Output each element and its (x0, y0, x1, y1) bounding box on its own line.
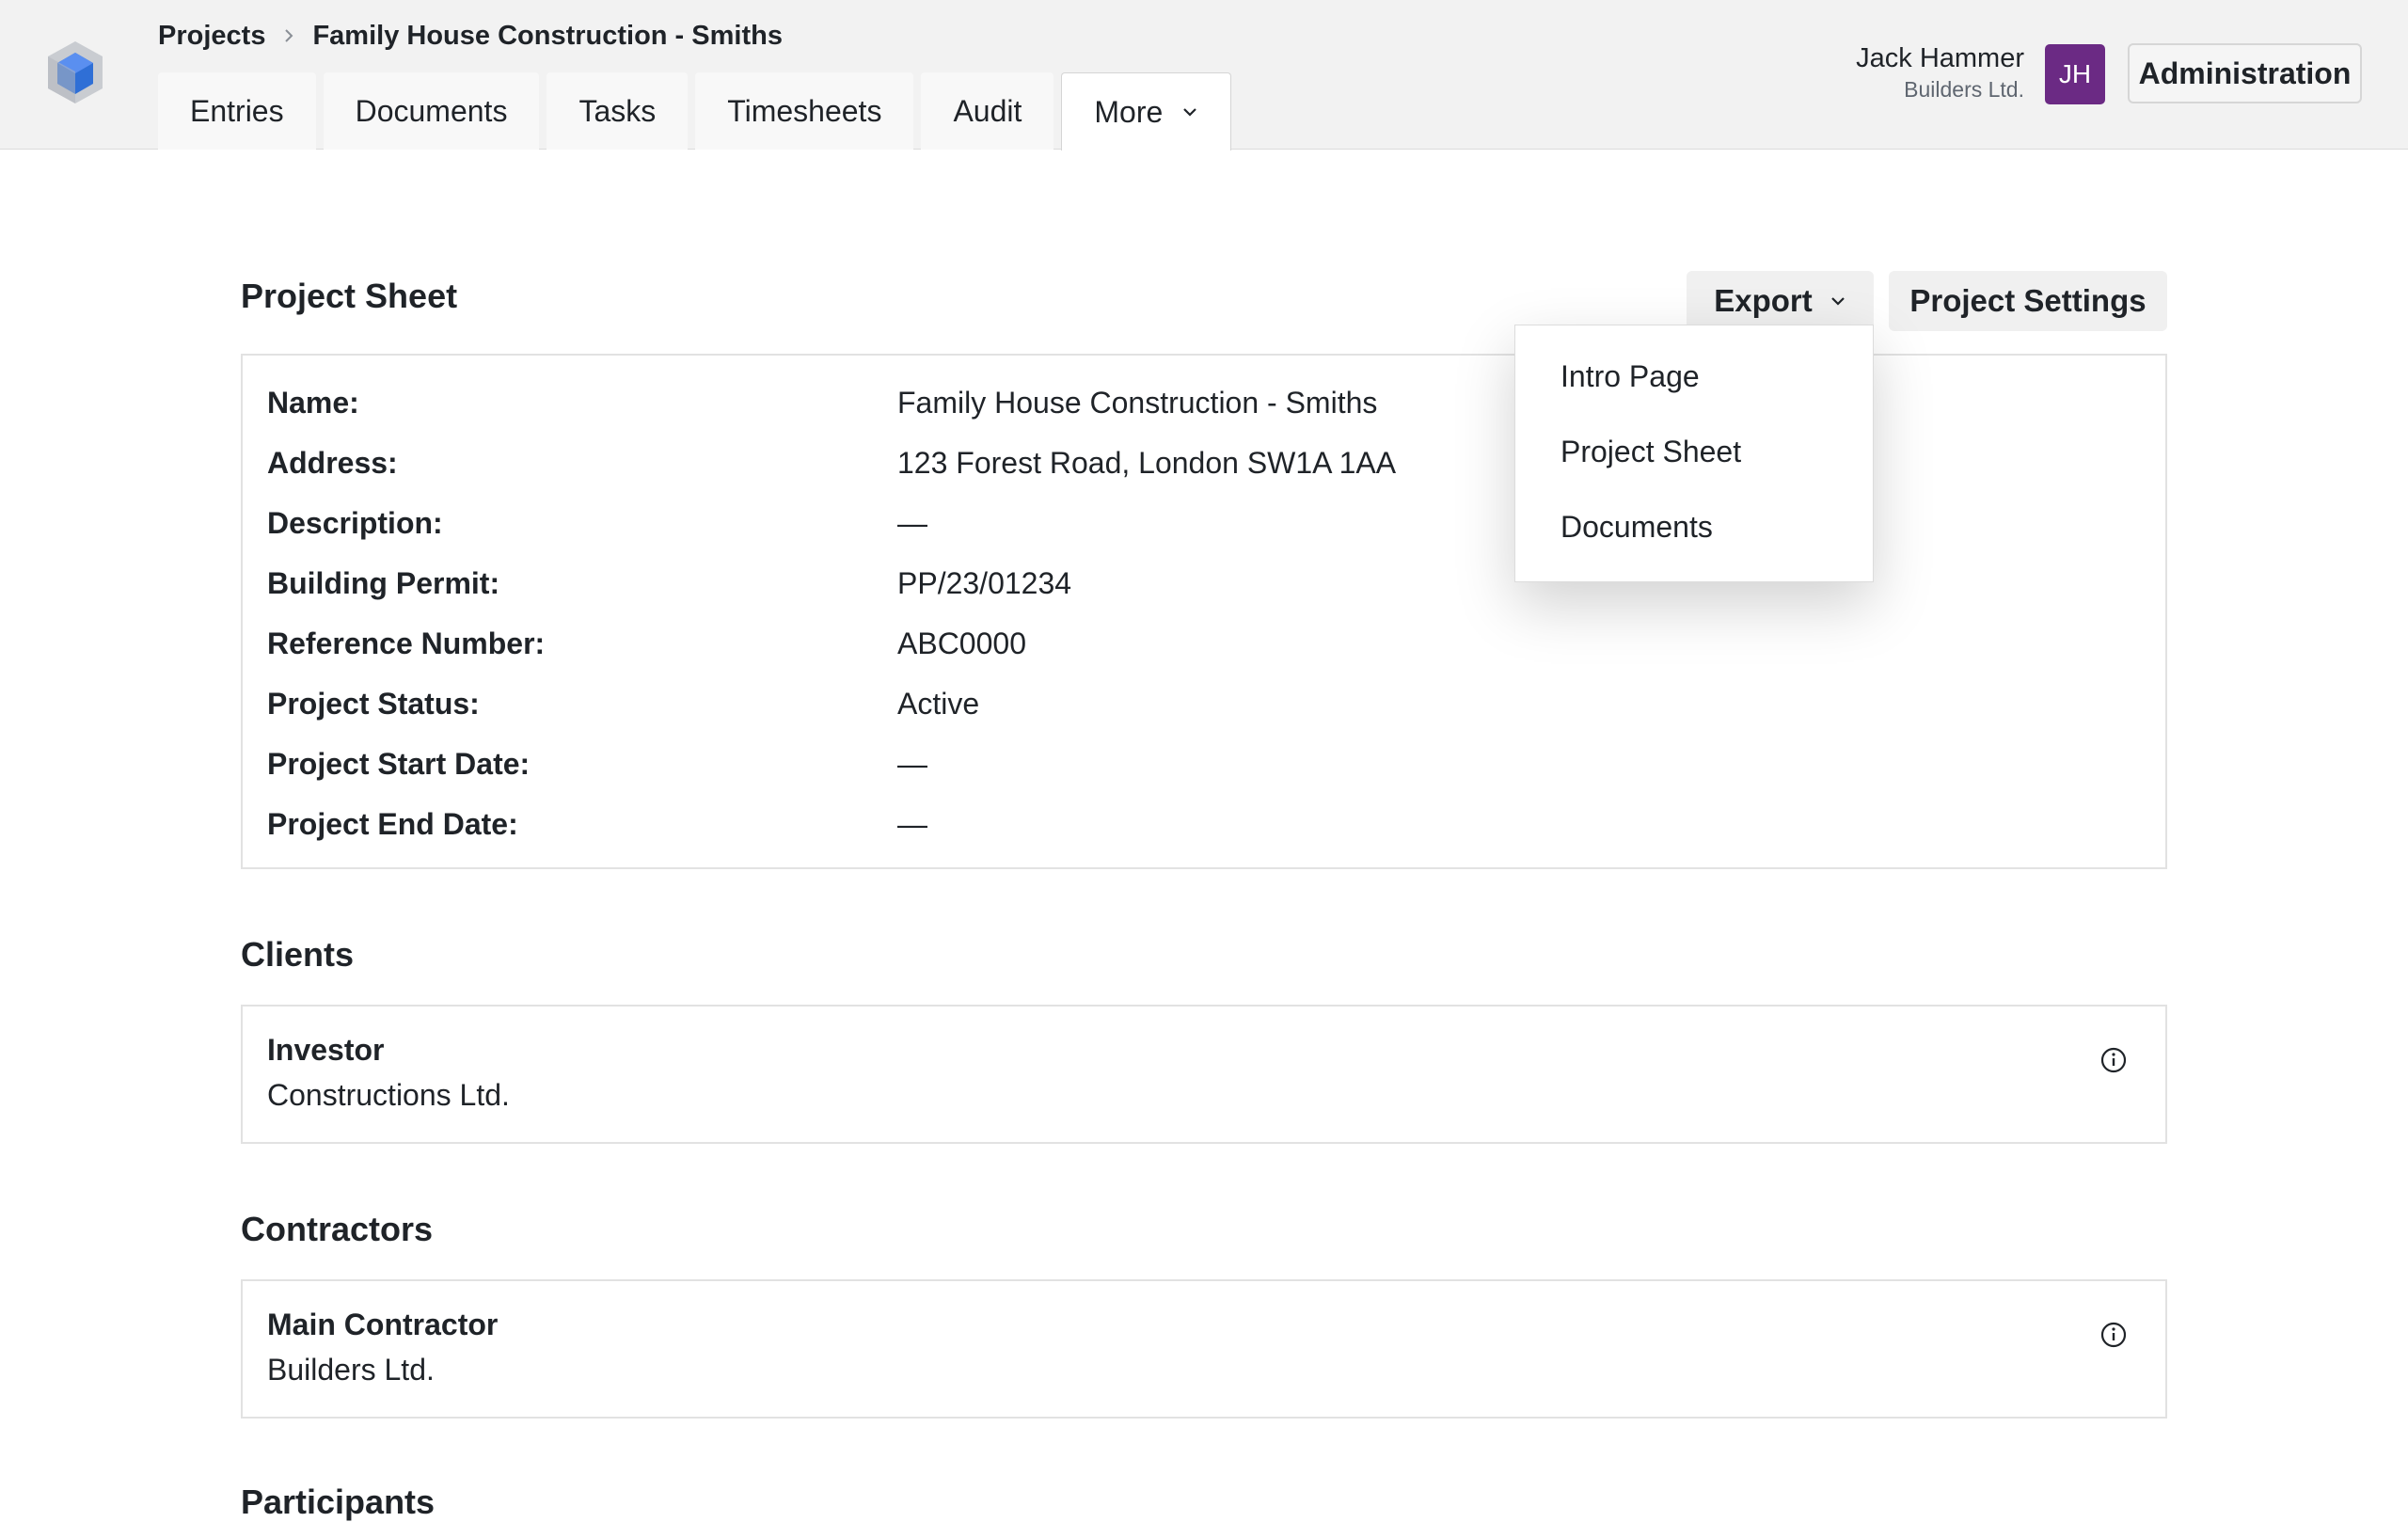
administration-button[interactable]: Administration (2128, 43, 2362, 103)
export-button[interactable]: Export (1687, 271, 1874, 331)
detail-label: Project End Date: (267, 806, 518, 841)
breadcrumb-current: Family House Construction - Smiths (312, 20, 783, 51)
clients-title: Clients (241, 935, 355, 974)
contractor-role: Main Contractor (267, 1308, 499, 1341)
project-sheet-title: Project Sheet (241, 277, 458, 315)
detail-label: Reference Number: (267, 626, 546, 660)
tab-label: Entries (190, 93, 284, 128)
export-label: Export (1714, 283, 1813, 318)
detail-label: Name: (267, 385, 359, 420)
tab-tasks[interactable]: Tasks (547, 72, 689, 150)
tab-label: Timesheets (727, 93, 882, 128)
top-header: Projects Family House Construction - Smi… (0, 0, 2408, 151)
export-menu-item-intro-page[interactable]: Intro Page (1515, 339, 1873, 414)
tab-audit[interactable]: Audit (921, 72, 1054, 150)
detail-row-address: Address: 123 Forest Road, London SW1A 1A… (267, 444, 1396, 482)
avatar[interactable]: JH (2045, 44, 2105, 104)
detail-value: 123 Forest Road, London SW1A 1AA (897, 445, 1397, 480)
export-menu-item-documents[interactable]: Documents (1515, 489, 1873, 564)
user-info[interactable]: Jack Hammer Builders Ltd. (1856, 41, 2024, 103)
detail-label: Description: (267, 505, 443, 540)
tab-label: Documents (355, 93, 508, 128)
project-tabs: Entries Documents Tasks Timesheets Audit… (158, 72, 1239, 151)
detail-value: — (897, 505, 927, 540)
info-icon[interactable] (2099, 1321, 2128, 1349)
detail-value: PP/23/01234 (897, 565, 1072, 600)
detail-row-building-permit: Building Permit: PP/23/01234 (267, 564, 1071, 602)
detail-value: Family House Construction - Smiths (897, 385, 1378, 420)
tab-label: Tasks (578, 93, 657, 128)
detail-row-end-date: Project End Date: — (267, 805, 927, 843)
contractor-organization: Builders Ltd. (267, 1353, 435, 1387)
detail-label: Address: (267, 445, 398, 480)
detail-row-project-status: Project Status: Active (267, 685, 979, 722)
detail-label: Project Status: (267, 686, 480, 721)
detail-label: Project Start Date: (267, 746, 531, 781)
detail-row-name: Name: Family House Construction - Smiths (267, 384, 1377, 421)
tab-documents[interactable]: Documents (323, 72, 540, 150)
user-name: Jack Hammer (1856, 43, 2024, 73)
detail-value: — (897, 746, 927, 781)
client-card: Investor Constructions Ltd. (241, 1005, 2167, 1144)
export-dropdown-menu: Intro Page Project Sheet Documents (1514, 325, 1874, 582)
export-menu-item-project-sheet[interactable]: Project Sheet (1515, 414, 1873, 489)
chevron-down-icon (1830, 295, 1846, 307)
chevron-right-icon (282, 27, 295, 44)
detail-value: Active (897, 686, 980, 721)
app-logo-icon[interactable] (44, 40, 106, 107)
breadcrumb-projects-link[interactable]: Projects (158, 21, 265, 52)
chevron-down-icon (1181, 106, 1198, 118)
client-organization: Constructions Ltd. (267, 1078, 510, 1112)
tab-timesheets[interactable]: Timesheets (695, 72, 914, 150)
user-company: Builders Ltd. (1904, 77, 2024, 102)
info-icon[interactable] (2099, 1046, 2128, 1074)
contractors-title: Contractors (241, 1210, 434, 1248)
tab-label: More (1094, 94, 1164, 129)
client-role: Investor (267, 1033, 385, 1067)
detail-value: ABC0000 (897, 626, 1026, 660)
detail-row-start-date: Project Start Date: — (267, 745, 927, 783)
detail-row-description: Description: — (267, 504, 927, 542)
contractor-card: Main Contractor Builders Ltd. (241, 1279, 2167, 1419)
tab-label: Audit (953, 93, 1022, 128)
detail-label: Building Permit: (267, 565, 500, 600)
tab-entries[interactable]: Entries (158, 72, 316, 150)
detail-row-reference-number: Reference Number: ABC0000 (267, 625, 1026, 662)
project-sheet-panel: Name: Family House Construction - Smiths… (241, 354, 2167, 869)
project-settings-button[interactable]: Project Settings (1889, 271, 2167, 331)
participants-title: Participants (241, 1482, 436, 1521)
tab-more[interactable]: More (1061, 72, 1232, 151)
detail-value: — (897, 806, 927, 841)
breadcrumb: Projects Family House Construction - Smi… (158, 19, 783, 53)
